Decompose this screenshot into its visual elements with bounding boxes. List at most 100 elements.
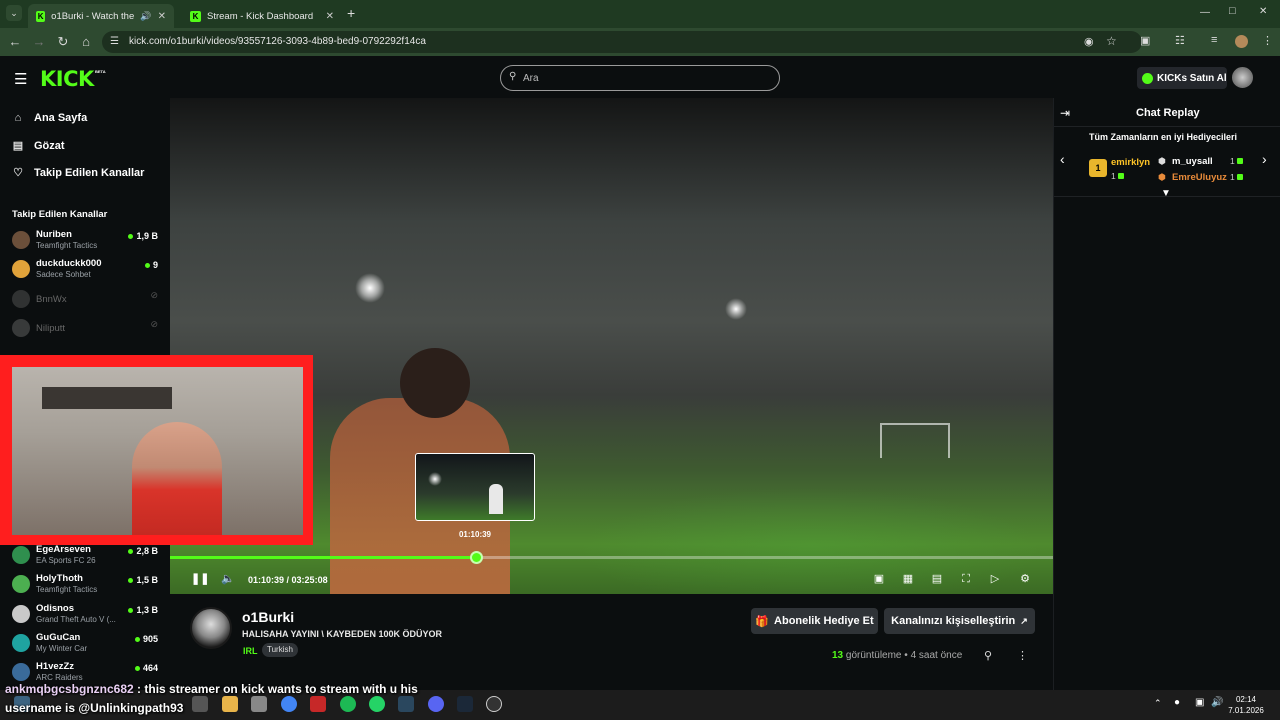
eye-off-icon[interactable]: ◉ (1084, 35, 1094, 48)
gifter-name[interactable]: m_uysall (1172, 156, 1213, 167)
nav-home[interactable]: ⌂ Ana Sayfa (12, 112, 88, 124)
user-avatar[interactable] (1232, 67, 1253, 88)
channel-name[interactable]: o1Burki (242, 609, 294, 625)
close-tab-icon[interactable]: ✕ (158, 11, 166, 22)
channel-name: HolyThoth (36, 573, 83, 584)
discord-icon[interactable] (428, 696, 444, 712)
mic-icon[interactable]: ● (1174, 697, 1180, 708)
kick-logo[interactable]: KICK (40, 67, 94, 91)
close-window-button[interactable]: ✕ (1259, 6, 1267, 17)
top-gifter-count: 1 (1111, 171, 1124, 181)
theater-mode-icon[interactable]: ▤ (929, 572, 945, 586)
category-link[interactable]: IRL (243, 646, 258, 656)
spotify-icon[interactable] (340, 696, 356, 712)
language-tag[interactable]: Turkish (262, 643, 298, 657)
gifter-name[interactable]: EmreUluyuz (1172, 172, 1227, 183)
seek-handle[interactable] (469, 551, 483, 564)
volume-tray-icon[interactable]: 🔊 (1211, 697, 1223, 708)
customize-channel-button[interactable]: Kanalınızı kişiselleştirin ↗ (884, 608, 1035, 634)
channel-item[interactable]: duckduckk000 Sadece Sohbet 9 (12, 257, 162, 283)
playback-speed-icon[interactable]: ▷ (987, 572, 1003, 586)
channel-game: My Winter Car (36, 644, 88, 653)
fullscreen-icon[interactable]: ⛶ (958, 572, 974, 586)
viewer-count-value: 1,3 B (136, 605, 158, 615)
chevron-right-icon[interactable]: › (1262, 151, 1267, 167)
kick-favicon-icon: K (36, 10, 46, 22)
maximize-button[interactable]: □ (1229, 5, 1236, 17)
extensions-icon[interactable]: ▣ (1140, 34, 1150, 47)
channel-avatar (12, 663, 30, 681)
obs-icon[interactable] (486, 696, 502, 712)
nav-following[interactable]: ♡ Takip Edilen Kanallar (12, 166, 144, 180)
file-explorer-icon[interactable] (222, 696, 238, 712)
seek-bar[interactable] (170, 551, 1053, 564)
back-icon[interactable]: ← (7, 34, 23, 50)
chevron-left-icon[interactable]: ‹ (1060, 151, 1065, 167)
gifter-count: 1 (1230, 172, 1243, 182)
tab-vod[interactable]: K o1Burki - Watch the VOD o 🔊 ✕ (28, 4, 174, 28)
home-icon[interactable]: ⌂ (78, 34, 94, 50)
close-tab-icon[interactable]: ✕ (326, 11, 334, 22)
whatsapp-icon[interactable] (369, 696, 385, 712)
live-dot-icon (128, 549, 134, 555)
network-icon[interactable]: ▣ (1195, 697, 1204, 708)
chrome-icon[interactable] (281, 696, 297, 712)
reading-list-icon[interactable]: ≡ (1211, 34, 1217, 46)
channel-avatar (12, 575, 30, 593)
steam-alt-icon[interactable] (457, 696, 473, 712)
channel-item[interactable]: Odisnos Grand Theft Auto V (... 1,3 B (12, 602, 162, 628)
miniplayer-icon[interactable]: ▣ (871, 572, 887, 586)
channel-item[interactable]: BnnWx ⊘ (12, 287, 162, 313)
settings-gear-icon[interactable]: ⚙ (1017, 572, 1033, 586)
offline-icon: ⊘ (150, 319, 158, 329)
forward-icon[interactable]: → (31, 34, 47, 50)
viewer-count-value: 905 (142, 634, 158, 644)
time-display: 01:10:39 / 03:25:08 (248, 575, 328, 585)
heart-icon: ♡ (13, 167, 23, 179)
clip-icon[interactable]: ▦ (900, 572, 916, 586)
translate-icon[interactable]: ☷ (1175, 34, 1185, 47)
channel-item[interactable]: Nuriben Teamfight Tactics 1,9 B (12, 228, 162, 254)
channel-item[interactable]: EgeArseven EA Sports FC 26 2,8 B (12, 543, 162, 569)
tab-dashboard[interactable]: K Stream - Kick Dashboard ✕ (182, 4, 342, 28)
search-input[interactable] (500, 65, 780, 91)
share-icon[interactable]: ⚲ (984, 649, 992, 662)
volume-icon[interactable]: 🔈 (220, 572, 236, 586)
channel-avatar (12, 260, 30, 278)
top-gifter-name[interactable]: emirklyn (1111, 157, 1150, 168)
reload-icon[interactable]: ↻ (55, 34, 71, 50)
rank-badge-gold: 1 (1089, 159, 1107, 177)
tray-chevron-icon[interactable]: ⌃ (1154, 698, 1162, 709)
channel-item[interactable]: Niliputt ⊘ (12, 316, 162, 342)
expand-gifters-icon[interactable]: ▼ (1161, 188, 1171, 199)
browser-menu-icon[interactable]: ⋮ (1262, 34, 1273, 47)
channel-item[interactable]: GuGuCan My Winter Car 905 (12, 631, 162, 657)
live-dot-icon (128, 234, 134, 240)
profile-avatar[interactable] (1235, 35, 1248, 48)
url-text[interactable]: kick.com/o1burki/videos/93557126-3093-4b… (129, 36, 426, 47)
store-icon[interactable] (251, 696, 267, 712)
top-gifter-count-value: 1 (1111, 171, 1116, 181)
bookmark-star-icon[interactable]: ☆ (1106, 34, 1117, 48)
channel-avatar[interactable] (190, 607, 232, 649)
chat-divider (1054, 126, 1280, 127)
pause-icon[interactable]: ❚❚ (191, 572, 209, 586)
buy-kicks-button[interactable]: KICKs Satın Al (1137, 67, 1227, 89)
tab-dashboard-label: Stream - Kick Dashboard (207, 10, 314, 22)
minimize-button[interactable]: — (1200, 7, 1210, 18)
taskbar-clock[interactable]: 02:14 7.01.2026 (1228, 694, 1264, 716)
task-view-icon[interactable] (192, 696, 208, 712)
channel-name: duckduckk000 (36, 258, 102, 269)
gifter-count-value: 1 (1230, 172, 1235, 182)
hamburger-menu-icon[interactable]: ☰ (14, 70, 27, 88)
gift-sub-button[interactable]: 🎁 Abonelik Hediye Et (751, 608, 878, 634)
app-red-icon[interactable] (310, 696, 326, 712)
more-options-icon[interactable]: ⋮ (1017, 649, 1028, 662)
site-info-icon[interactable]: ☰ (110, 36, 119, 47)
new-tab-button[interactable]: + (347, 5, 355, 21)
nav-browse[interactable]: ▤ Gözat (12, 139, 65, 153)
steam-icon[interactable] (398, 696, 414, 712)
channel-item[interactable]: HolyThoth Teamfight Tactics 1,5 B (12, 572, 162, 598)
collapse-chat-icon[interactable]: ⇥ (1060, 106, 1070, 120)
tab-search-chevron-icon[interactable]: ⌄ (6, 5, 22, 21)
